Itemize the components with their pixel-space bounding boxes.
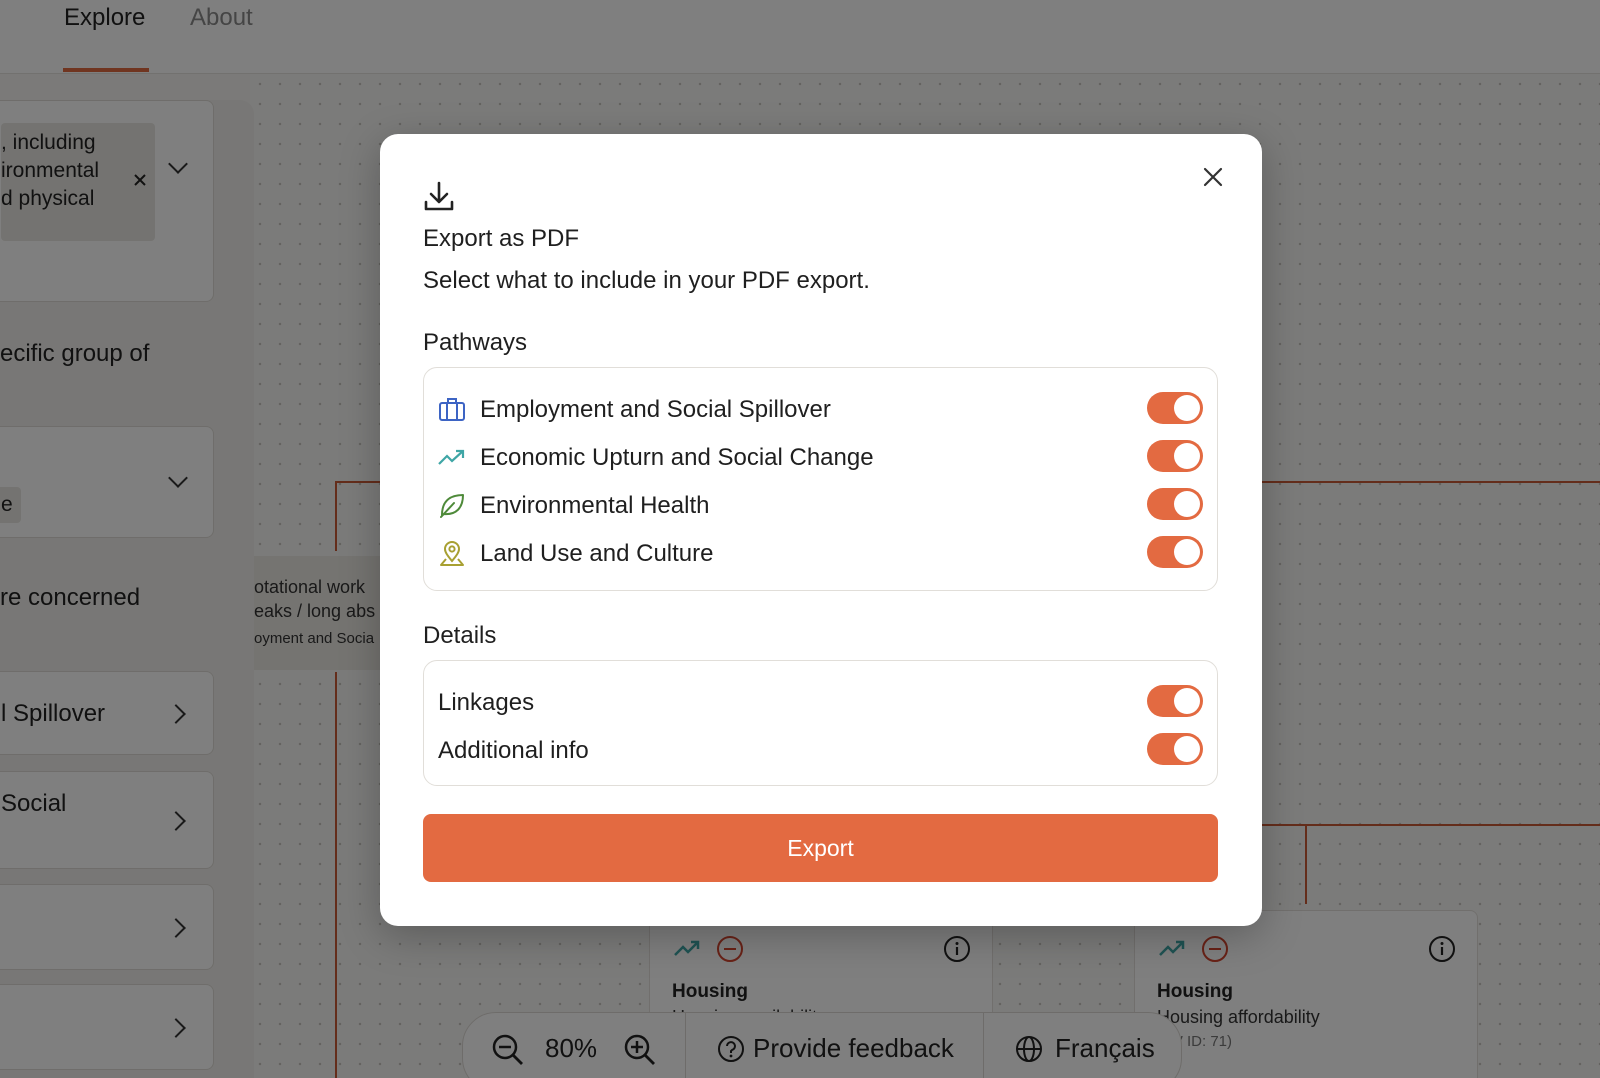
additional-info-toggle[interactable] xyxy=(1147,733,1203,765)
pathway-label: Employment and Social Spillover xyxy=(480,396,831,423)
detail-row: Additional info xyxy=(424,725,1217,773)
pathways-section-label: Pathways xyxy=(423,329,528,356)
toggle-knob xyxy=(1174,443,1200,469)
pathway-label: Economic Upturn and Social Change xyxy=(480,444,874,471)
toggle-knob xyxy=(1174,491,1200,517)
map-pin-icon xyxy=(440,541,464,566)
detail-label: Linkages xyxy=(438,689,535,716)
land-use-pathway-toggle[interactable] xyxy=(1147,536,1203,568)
details-group: Linkages Additional info xyxy=(423,660,1218,786)
trending-up-icon xyxy=(438,449,465,465)
pathway-label: Environmental Health xyxy=(480,492,710,519)
environmental-pathway-toggle[interactable] xyxy=(1147,488,1203,520)
close-icon[interactable] xyxy=(1198,162,1228,192)
dialog-title: Export as PDF xyxy=(423,225,580,252)
toggle-knob xyxy=(1174,736,1200,762)
detail-row: Linkages xyxy=(424,677,1217,725)
toggle-knob xyxy=(1174,688,1200,714)
leaf-icon xyxy=(440,494,464,518)
pathway-row: Land Use and Culture xyxy=(424,528,1217,576)
pathway-row: Environmental Health xyxy=(424,480,1217,528)
toggle-knob xyxy=(1174,395,1200,421)
pathways-group: Employment and Social Spillover Economic… xyxy=(423,367,1218,591)
pathway-label: Land Use and Culture xyxy=(480,540,714,567)
detail-label: Additional info xyxy=(438,737,589,764)
toggle-knob xyxy=(1174,539,1200,565)
pathway-row: Employment and Social Spillover xyxy=(424,384,1217,432)
download-icon xyxy=(424,181,454,211)
details-section-label: Details xyxy=(423,622,497,649)
linkages-toggle[interactable] xyxy=(1147,685,1203,717)
dialog-description: Select what to include in your PDF expor… xyxy=(423,267,870,294)
export-pdf-dialog: Export as PDF Select what to include in … xyxy=(380,134,1262,926)
economic-pathway-toggle[interactable] xyxy=(1147,440,1203,472)
pathway-row: Economic Upturn and Social Change xyxy=(424,432,1217,480)
export-button[interactable]: Export xyxy=(423,814,1218,882)
briefcase-icon xyxy=(439,398,465,421)
employment-pathway-toggle[interactable] xyxy=(1147,392,1203,424)
